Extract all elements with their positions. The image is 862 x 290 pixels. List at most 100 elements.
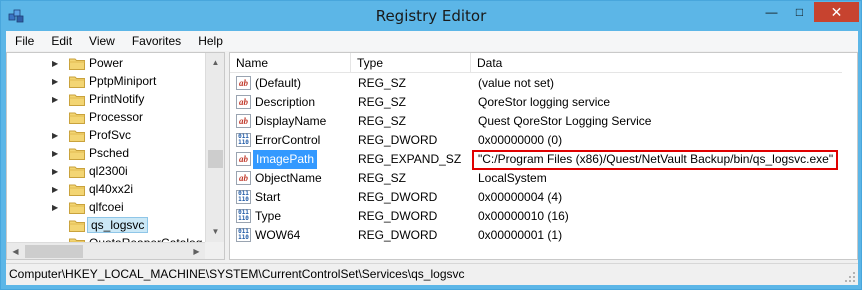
tree-vertical-scrollbar[interactable]: ▲ ▼ — [205, 53, 224, 242]
value-name[interactable]: WOW64 — [255, 226, 300, 245]
value-type: REG_DWORD — [358, 190, 438, 204]
resize-grip-icon[interactable] — [844, 271, 856, 283]
value-row[interactable]: ab Description REG_SZ QoreStor logging serv… — [230, 93, 857, 112]
image-path-highlight-box — [472, 150, 838, 170]
tree-item[interactable]: ▶ PrintNotify — [7, 90, 205, 108]
tree-horizontal-scrollbar[interactable]: ◀ ▶ — [7, 242, 205, 259]
value-row[interactable]: 011 110 WOW64 REG_DWORD 0x00000001 (1) — [230, 226, 857, 245]
value-row[interactable]: ab DisplayName REG_SZ Quest QoreStor Loggin… — [230, 112, 857, 131]
value-name[interactable]: ErrorControl — [255, 131, 320, 150]
value-row[interactable]: 011 110 Type REG_DWORD 0x00000010 (16) — [230, 207, 857, 226]
scroll-up-icon[interactable]: ▲ — [207, 54, 224, 71]
column-header-type[interactable]: Type — [351, 53, 471, 73]
tree-item[interactable]: ▶ PptpMiniport — [7, 72, 205, 90]
close-icon: ✕ — [830, 3, 843, 20]
tree-item[interactable]: ▶ ql2300i — [7, 162, 205, 180]
tree-item[interactable]: Processor — [7, 108, 205, 126]
column-header-data[interactable]: Data — [471, 53, 842, 73]
value-name[interactable]: (Default) — [255, 74, 301, 93]
value-type: REG_EXPAND_SZ — [358, 152, 462, 166]
tree-item[interactable]: ▶ Power — [7, 54, 205, 72]
tree-item-label: ql2300i — [89, 164, 128, 178]
value-row[interactable]: ab ImagePath REG_EXPAND_SZ "C:/Program File… — [230, 150, 857, 170]
list-header: Name Type Data — [230, 53, 857, 73]
value-row[interactable]: 011 110 ErrorControl REG_DWORD 0x00000000 (0… — [230, 131, 857, 150]
menu-edit[interactable]: Edit — [42, 31, 80, 51]
value-data: Quest QoreStor Logging Service — [478, 114, 652, 128]
value-type: REG_DWORD — [358, 228, 438, 242]
folder-icon — [69, 219, 85, 232]
value-data: QoreStor logging service — [478, 95, 611, 109]
scroll-right-icon[interactable]: ▶ — [188, 243, 205, 259]
folder-icon — [69, 201, 85, 214]
tree-item-label: PptpMiniport — [89, 74, 157, 88]
scroll-left-icon[interactable]: ◀ — [7, 243, 24, 259]
folder-icon — [69, 57, 85, 70]
list-vertical-scrollbar-area — [842, 53, 857, 259]
tree-item-label: Psched — [89, 146, 130, 160]
folder-icon — [69, 147, 85, 160]
menu-view[interactable]: View — [80, 31, 123, 51]
string-value-icon: ab — [236, 114, 251, 128]
value-name[interactable]: ObjectName — [255, 169, 322, 188]
value-name[interactable]: ImagePath — [253, 150, 318, 169]
tree-item[interactable]: qs_logsvc — [7, 216, 205, 234]
value-data: 0x00000010 (16) — [478, 209, 569, 223]
scroll-down-icon[interactable]: ▼ — [207, 223, 224, 240]
value-name[interactable]: DisplayName — [255, 112, 326, 131]
value-row[interactable]: ab (Default) REG_SZ (value not set) — [230, 74, 857, 93]
expand-arrow-icon[interactable]: ▶ — [52, 167, 60, 176]
title-bar[interactable]: Registry Editor — □ ✕ — [1, 1, 861, 31]
dword-value-icon: 011 110 — [236, 133, 251, 147]
tree-item-label: PrintNotify — [89, 92, 145, 106]
expand-arrow-icon[interactable]: ▶ — [52, 95, 60, 104]
string-value-icon: ab — [236, 95, 251, 109]
maximize-icon: □ — [795, 5, 804, 19]
folder-icon — [69, 165, 85, 178]
content-area: ▶ Power ▶ PptpMiniport ▶ PrintNotify Processor… — [6, 51, 858, 285]
value-row[interactable]: ab ObjectName REG_SZ LocalSystem — [230, 169, 857, 188]
value-type: REG_SZ — [358, 76, 407, 90]
registry-values-list[interactable]: Name Type Data ab (Default) REG_SZ (value n… — [229, 52, 858, 260]
tree-item[interactable]: ▶ qlfcoei — [7, 198, 205, 216]
menu-favorites[interactable]: Favorites — [123, 31, 189, 51]
registry-key-tree[interactable]: ▶ Power ▶ PptpMiniport ▶ PrintNotify Processor… — [6, 52, 225, 260]
status-bar: Computer\HKEY_LOCAL_MACHINE\SYSTEM\Curre… — [6, 263, 858, 285]
menu-file[interactable]: File — [6, 31, 42, 51]
minimize-button[interactable]: — — [758, 2, 785, 22]
expand-arrow-icon[interactable]: ▶ — [52, 149, 60, 158]
expand-arrow-icon[interactable]: ▶ — [52, 59, 60, 68]
value-type: REG_SZ — [358, 114, 407, 128]
tree-item[interactable]: ▶ ql40xx2i — [7, 180, 205, 198]
value-type: REG_SZ — [358, 95, 407, 109]
close-button[interactable]: ✕ — [814, 2, 859, 22]
menu-help[interactable]: Help — [189, 31, 231, 51]
value-name[interactable]: Description — [255, 93, 315, 112]
tree-item-label: ProfSvc — [89, 128, 132, 142]
expand-arrow-icon[interactable]: ▶ — [52, 185, 60, 194]
dword-value-icon: 011 110 — [236, 209, 251, 223]
string-value-icon: ab — [236, 152, 251, 166]
folder-icon — [69, 129, 85, 142]
minimize-icon: — — [765, 5, 778, 19]
expand-arrow-icon[interactable]: ▶ — [52, 203, 60, 212]
tree-horizontal-scroll-thumb[interactable] — [25, 245, 83, 258]
value-row[interactable]: 011 110 Start REG_DWORD 0x00000004 (4) — [230, 188, 857, 207]
expand-arrow-icon[interactable]: ▶ — [52, 77, 60, 86]
tree-item-label: qs_logsvc — [87, 217, 149, 233]
dword-value-icon: 011 110 — [236, 190, 251, 204]
tree-vertical-scroll-thumb[interactable] — [208, 150, 223, 168]
value-name[interactable]: Start — [255, 188, 280, 207]
string-value-icon: ab — [236, 171, 251, 185]
value-name[interactable]: Type — [255, 207, 281, 226]
tree-item-label: Processor — [89, 110, 144, 124]
value-type: REG_SZ — [358, 171, 407, 185]
tree-item-label: Power — [89, 56, 124, 70]
value-data: 0x00000004 (4) — [478, 190, 563, 204]
column-header-name[interactable]: Name — [230, 53, 351, 73]
tree-item[interactable]: ▶ Psched — [7, 144, 205, 162]
expand-arrow-icon[interactable]: ▶ — [52, 131, 60, 140]
maximize-button[interactable]: □ — [786, 2, 813, 22]
folder-icon — [69, 75, 85, 88]
tree-item[interactable]: ▶ ProfSvc — [7, 126, 205, 144]
